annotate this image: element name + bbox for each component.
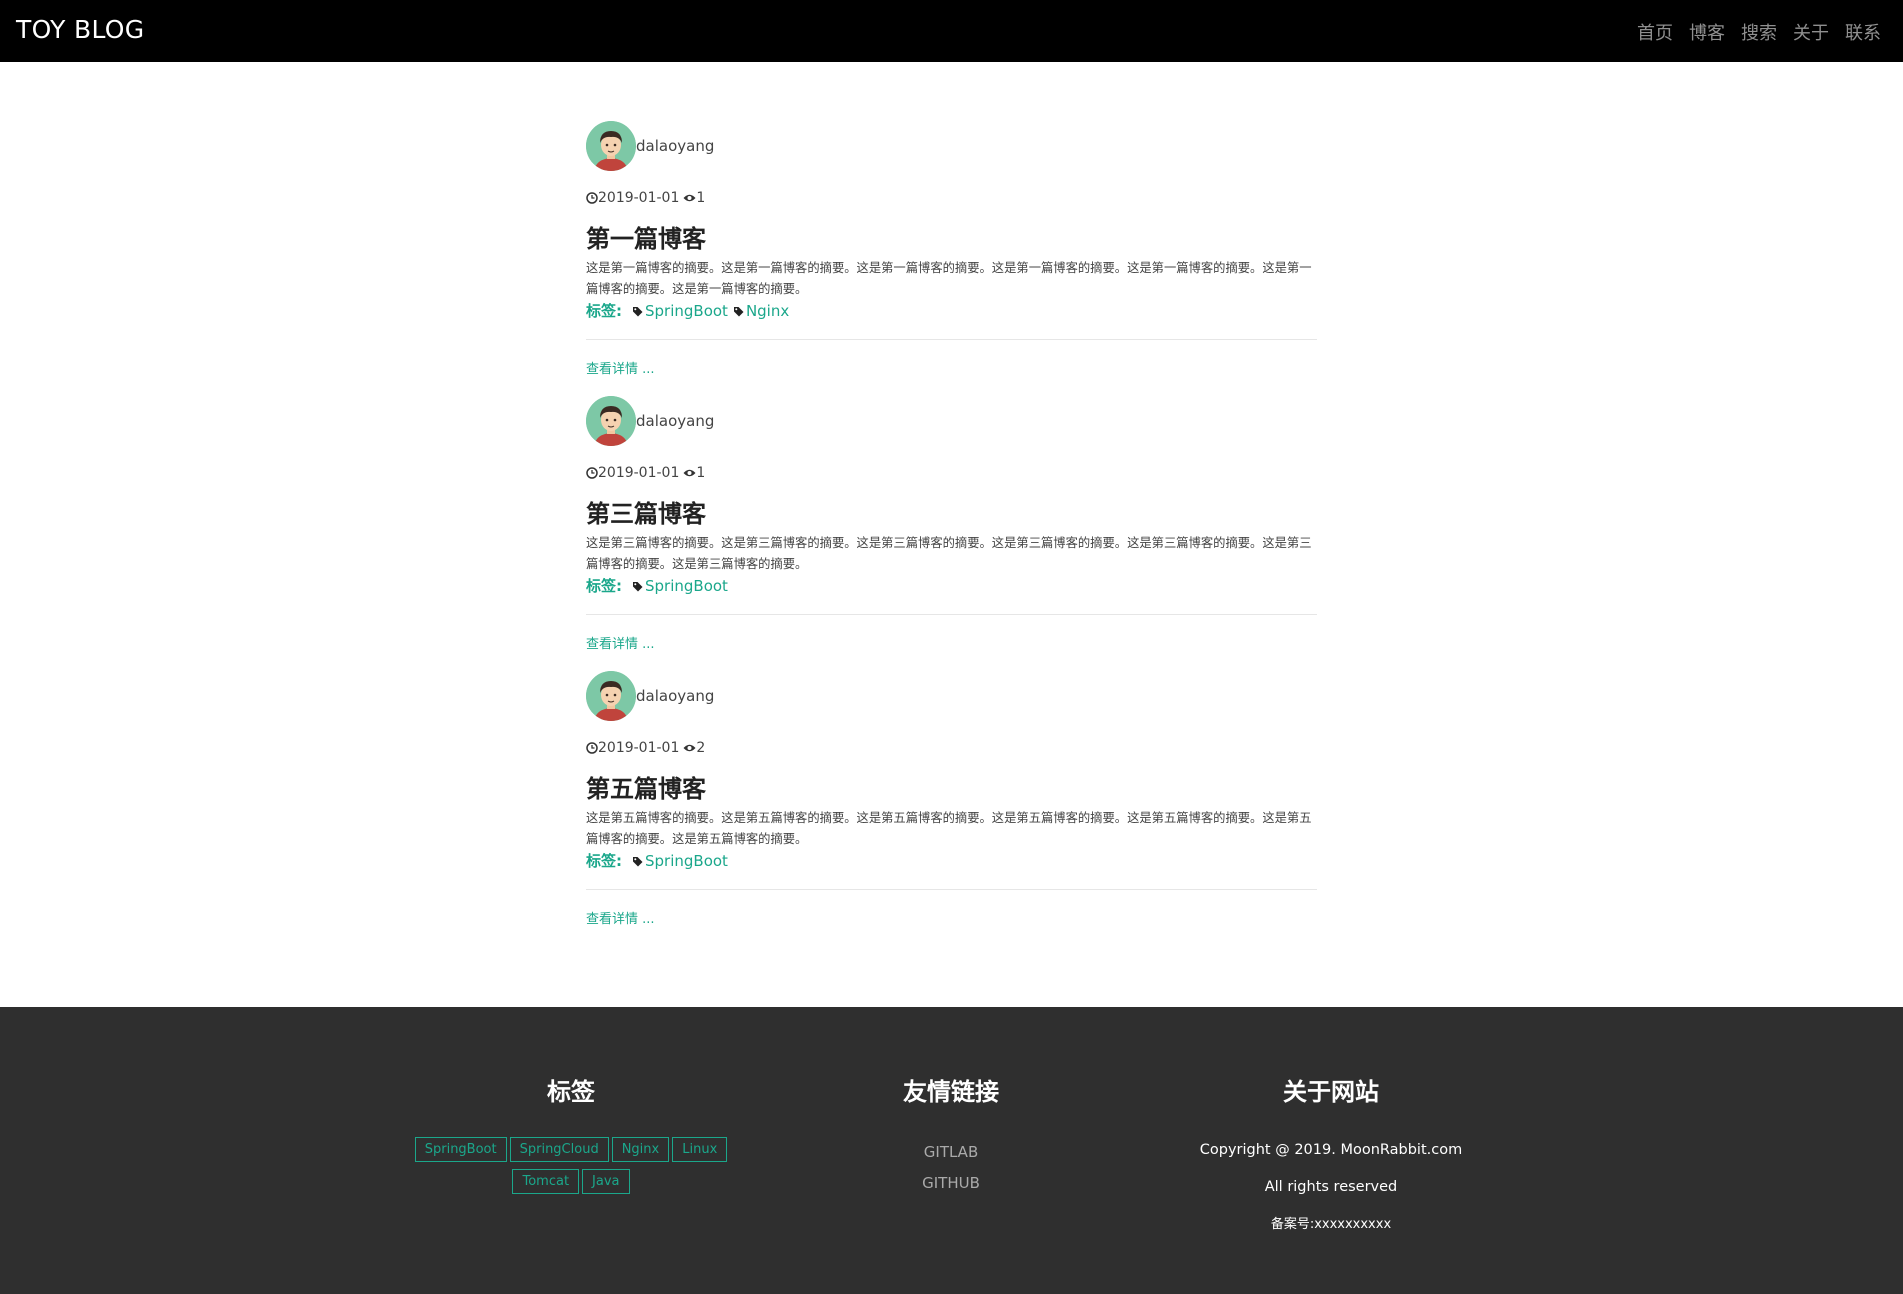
post-views: 1 — [696, 190, 706, 206]
post-tag[interactable]: SpringBoot — [632, 301, 728, 321]
tag-text: SpringBoot — [645, 302, 728, 320]
post-meta: 2019-01-01 2 — [586, 740, 1317, 756]
post-tag[interactable]: SpringBoot — [632, 576, 728, 596]
footer-tag[interactable]: Java — [582, 1169, 630, 1194]
nav-contact[interactable]: 联系 — [1845, 19, 1881, 45]
post-views: 2 — [696, 740, 706, 756]
clock-icon — [586, 467, 598, 479]
read-more-link[interactable]: 查看详情 ... — [586, 358, 655, 377]
post-tag[interactable]: Nginx — [733, 301, 789, 321]
post-date: 2019-01-01 — [598, 190, 680, 206]
post-tag[interactable]: SpringBoot — [632, 851, 728, 871]
post-meta: 2019-01-01 1 — [586, 190, 1317, 206]
tag-text: SpringBoot — [645, 852, 728, 870]
footer-links-title: 友情链接 — [903, 1078, 999, 1106]
tags-label: 标签: — [586, 852, 622, 870]
author-name[interactable]: dalaoyang — [636, 137, 714, 155]
nav-search[interactable]: 搜索 — [1741, 19, 1777, 45]
tag-icon — [733, 306, 744, 316]
tag-text: Nginx — [745, 302, 790, 320]
post-summary: 这是第五篇博客的摘要。这是第五篇博客的摘要。这是第五篇博客的摘要。这是第五篇博客… — [586, 811, 1312, 846]
post-title[interactable]: 第五篇博客 — [586, 775, 1317, 803]
avatar[interactable] — [586, 396, 636, 446]
footer-tag[interactable]: SpringBoot — [414, 1137, 507, 1162]
post-tags: 标签: SpringBoot Nginx — [586, 301, 1317, 321]
site-brand[interactable]: TOY BLOG — [16, 15, 144, 44]
top-navbar: TOY BLOG 首页 博客 搜索 关于 联系 — [0, 0, 1903, 62]
footer-tag-cloud: SpringBoot SpringCloud Nginx Linux Tomca… — [401, 1137, 741, 1194]
post-date: 2019-01-01 — [598, 465, 680, 481]
footer-tags-section: 标签 SpringBoot SpringCloud Nginx Linux To… — [401, 1077, 741, 1194]
footer-tag[interactable]: SpringCloud — [509, 1137, 609, 1162]
eye-icon — [683, 193, 696, 203]
post-author: dalaoyang — [586, 121, 1317, 171]
post-divider — [586, 889, 1317, 890]
post-views: 1 — [696, 465, 706, 481]
post-card: dalaoyang 2019-01-01 1 第一篇博客 这是第一篇博客的摘要。… — [586, 121, 1317, 396]
footer-tag[interactable]: Nginx — [611, 1137, 670, 1162]
eye-icon — [683, 743, 696, 753]
post-summary: 这是第三篇博客的摘要。这是第三篇博客的摘要。这是第三篇博客的摘要。这是第三篇博客… — [586, 536, 1312, 571]
footer-link-gitlab[interactable]: GITLAB — [851, 1137, 1051, 1168]
footer-link-github[interactable]: GITHUB — [851, 1168, 1051, 1199]
footer-about-body: Copyright @ 2019. MoonRabbit.com All rig… — [1181, 1132, 1481, 1243]
avatar[interactable] — [586, 671, 636, 721]
clock-icon — [586, 192, 598, 204]
nav-home[interactable]: 首页 — [1637, 19, 1673, 45]
nav-about[interactable]: 关于 — [1793, 19, 1829, 45]
tags-label: 标签: — [586, 577, 622, 595]
post-summary: 这是第一篇博客的摘要。这是第一篇博客的摘要。这是第一篇博客的摘要。这是第一篇博客… — [586, 261, 1312, 296]
footer-about-section: 关于网站 Copyright @ 2019. MoonRabbit.com Al… — [1181, 1077, 1481, 1243]
post-list: dalaoyang 2019-01-01 1 第一篇博客 这是第一篇博客的摘要。… — [586, 121, 1317, 946]
footer-about-title: 关于网站 — [1283, 1078, 1379, 1106]
tags-label: 标签: — [586, 302, 622, 320]
post-title[interactable]: 第三篇博客 — [586, 500, 1317, 528]
tag-icon — [633, 306, 643, 316]
footer-tag[interactable]: Tomcat — [512, 1169, 580, 1194]
author-name[interactable]: dalaoyang — [636, 687, 714, 705]
post-card: dalaoyang 2019-01-01 2 第五篇博客 这是第五篇博客的摘要。… — [586, 671, 1317, 946]
post-divider — [586, 339, 1317, 340]
author-name[interactable]: dalaoyang — [636, 412, 714, 430]
main-nav: 首页 博客 搜索 关于 联系 — [1637, 19, 1881, 45]
post-date: 2019-01-01 — [598, 740, 680, 756]
post-card: dalaoyang 2019-01-01 1 第三篇博客 这是第三篇博客的摘要。… — [586, 396, 1317, 671]
eye-icon — [683, 468, 696, 478]
tag-icon — [633, 581, 643, 591]
post-meta: 2019-01-01 1 — [586, 465, 1317, 481]
post-tags: 标签: SpringBoot — [586, 576, 1317, 596]
post-tags: 标签: SpringBoot — [586, 851, 1317, 871]
footer-rights: All rights reserved — [1264, 1179, 1398, 1195]
site-footer: 标签 SpringBoot SpringCloud Nginx Linux To… — [0, 1007, 1903, 1294]
read-more-link[interactable]: 查看详情 ... — [586, 633, 655, 652]
footer-links-section: 友情链接 GITLAB GITHUB — [851, 1077, 1051, 1199]
post-author: dalaoyang — [586, 396, 1317, 446]
post-divider — [586, 614, 1317, 615]
post-title[interactable]: 第一篇博客 — [586, 225, 1317, 253]
read-more-link[interactable]: 查看详情 ... — [586, 908, 655, 927]
tag-text: SpringBoot — [645, 577, 728, 595]
nav-blog[interactable]: 博客 — [1689, 19, 1725, 45]
post-author: dalaoyang — [586, 671, 1317, 721]
footer-tags-title: 标签 — [547, 1078, 595, 1106]
footer-link-list: GITLAB GITHUB — [851, 1137, 1051, 1199]
footer-icp: 备案号:xxxxxxxxxx — [1270, 1217, 1392, 1232]
tag-icon — [633, 856, 643, 866]
footer-tag[interactable]: Linux — [672, 1137, 728, 1162]
avatar[interactable] — [586, 121, 636, 171]
footer-copyright: Copyright @ 2019. MoonRabbit.com — [1199, 1142, 1463, 1158]
clock-icon — [586, 742, 598, 754]
